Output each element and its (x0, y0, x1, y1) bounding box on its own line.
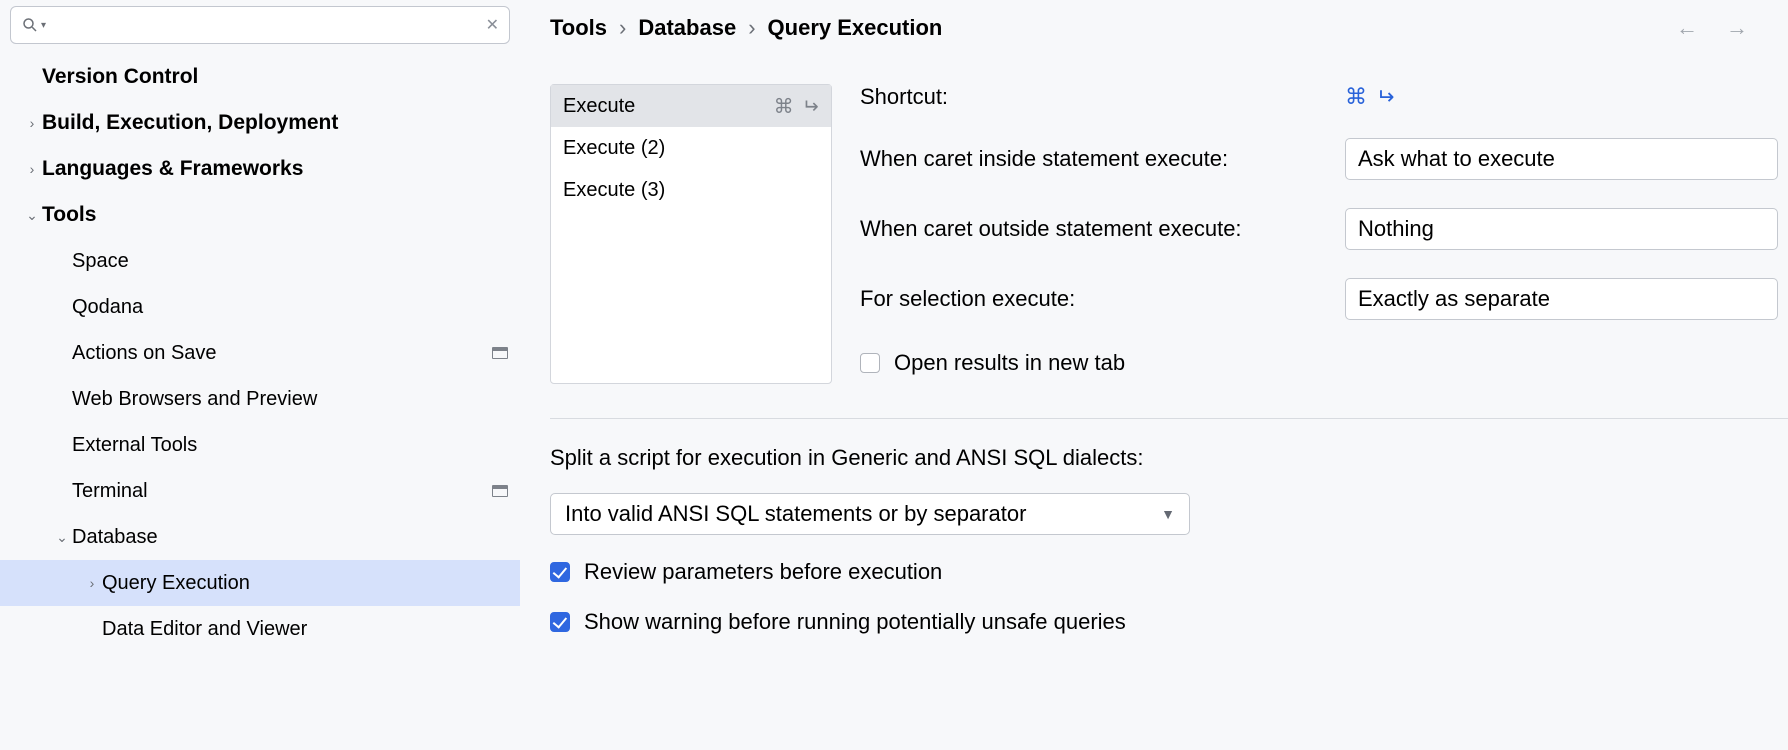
search-input[interactable] (46, 17, 486, 34)
sidebar-item-label: Languages & Frameworks (42, 157, 508, 181)
sidebar-item-label: External Tools (72, 434, 508, 457)
breadcrumb-database[interactable]: Database (638, 15, 736, 41)
select-selection[interactable]: Exactly as separate (1345, 278, 1778, 320)
label-caret-outside: When caret outside statement execute: (860, 216, 1325, 242)
search-wrapper: ▾ ✕ (0, 6, 520, 54)
exec-item-execute-2-[interactable]: Execute (2) (551, 127, 831, 169)
row-open-results[interactable]: Open results in new tab (860, 350, 1778, 376)
sidebar-item-label: Tools (42, 203, 508, 227)
chevron-right-icon[interactable]: › (22, 161, 42, 177)
breadcrumb: Tools › Database › Query Execution ← → (550, 8, 1788, 48)
label-split: Split a script for execution in Generic … (550, 445, 1788, 471)
breadcrumb-sep-icon: › (619, 15, 626, 41)
sidebar-item-version-control[interactable]: Version Control (0, 54, 520, 100)
sidebar-item-label: Database (72, 526, 508, 549)
chevron-right-icon[interactable]: › (22, 115, 42, 131)
value-shortcut[interactable]: ⌘ ↵ (1345, 84, 1395, 110)
sidebar-item-label: Query Execution (102, 572, 508, 595)
row-warn-unsafe[interactable]: Show warning before running potentially … (550, 609, 1788, 635)
label-shortcut: Shortcut: (860, 84, 1325, 110)
sidebar-item-space[interactable]: Space (0, 238, 520, 284)
sidebar-item-database[interactable]: ⌄Database (0, 514, 520, 560)
search-box[interactable]: ▾ ✕ (10, 6, 510, 44)
sidebar-item-terminal[interactable]: Terminal (0, 468, 520, 514)
checkbox-review-params[interactable] (550, 562, 570, 582)
settings-tree: Version Control›Build, Execution, Deploy… (0, 54, 520, 750)
sidebar-item-label: Data Editor and Viewer (102, 618, 508, 641)
label-open-results: Open results in new tab (894, 350, 1125, 376)
select-split[interactable]: Into valid ANSI SQL statements or by sep… (550, 493, 1190, 535)
sidebar-item-label: Build, Execution, Deployment (42, 111, 508, 135)
sidebar-item-actions-on-save[interactable]: Actions on Save (0, 330, 520, 376)
row-review-params[interactable]: Review parameters before execution (550, 559, 1788, 585)
sidebar-item-label: Qodana (72, 296, 508, 319)
row-caret-outside: When caret outside statement execute: No… (860, 208, 1778, 250)
exec-item-shortcut: ⌘ ↵ (774, 94, 819, 119)
chevron-down-icon[interactable]: ⌄ (22, 207, 42, 224)
select-caret-inside[interactable]: Ask what to execute (1345, 138, 1778, 180)
sidebar-item-languages-frameworks[interactable]: ›Languages & Frameworks (0, 146, 520, 192)
exec-item-label: Execute (563, 95, 774, 118)
label-caret-inside: When caret inside statement execute: (860, 146, 1325, 172)
row-caret-inside: When caret inside statement execute: Ask… (860, 138, 1778, 180)
exec-item-label: Execute (3) (563, 179, 819, 202)
script-split-block: Split a script for execution in Generic … (550, 445, 1788, 635)
exec-item-execute[interactable]: Execute⌘ ↵ (551, 85, 831, 127)
sidebar-item-label: Space (72, 250, 508, 273)
execute-form: Shortcut: ⌘ ↵ When caret inside statemen… (860, 84, 1788, 384)
separator (550, 418, 1788, 419)
nav-forward-icon[interactable]: → (1726, 15, 1748, 41)
exec-item-label: Execute (2) (563, 137, 819, 160)
main-body: Execute⌘ ↵Execute (2)Execute (3) Shortcu… (550, 84, 1788, 384)
sidebar-item-qodana[interactable]: Qodana (0, 284, 520, 330)
chevron-down-icon[interactable]: ⌄ (52, 529, 72, 546)
select-split-value: Into valid ANSI SQL statements or by sep… (565, 501, 1026, 527)
project-scope-icon (492, 485, 508, 497)
nav-back-icon[interactable]: ← (1676, 15, 1698, 41)
sidebar-item-build-execution-deployment[interactable]: ›Build, Execution, Deployment (0, 100, 520, 146)
sidebar-item-tools[interactable]: ⌄Tools (0, 192, 520, 238)
select-caret-outside[interactable]: Nothing (1345, 208, 1778, 250)
label-warn-unsafe: Show warning before running potentially … (584, 609, 1126, 635)
row-shortcut: Shortcut: ⌘ ↵ (860, 84, 1778, 110)
breadcrumb-query-execution[interactable]: Query Execution (768, 15, 943, 41)
nav-arrows: ← → (1676, 15, 1748, 41)
sidebar-item-label: Web Browsers and Preview (72, 388, 508, 411)
sidebar-item-web-browsers-and-preview[interactable]: Web Browsers and Preview (0, 376, 520, 422)
sidebar-item-label: Version Control (42, 65, 508, 89)
project-scope-icon (492, 347, 508, 359)
chevron-right-icon[interactable]: › (82, 575, 102, 591)
exec-item-execute-3-[interactable]: Execute (3) (551, 169, 831, 211)
breadcrumb-sep-icon: › (748, 15, 755, 41)
sidebar: ▾ ✕ Version Control›Build, Execution, De… (0, 0, 520, 750)
chevron-down-icon: ▼ (1161, 506, 1175, 522)
row-selection: For selection execute: Exactly as separa… (860, 278, 1778, 320)
sidebar-item-data-editor-and-viewer[interactable]: Data Editor and Viewer (0, 606, 520, 652)
sidebar-item-label: Actions on Save (72, 342, 486, 365)
label-review-params: Review parameters before execution (584, 559, 942, 585)
checkbox-open-results[interactable] (860, 353, 880, 373)
checkbox-warn-unsafe[interactable] (550, 612, 570, 632)
sidebar-item-query-execution[interactable]: ›Query Execution (0, 560, 520, 606)
sidebar-item-label: Terminal (72, 480, 486, 503)
label-selection: For selection execute: (860, 286, 1325, 312)
execute-action-list[interactable]: Execute⌘ ↵ Execute (2) Execute (3) (550, 84, 832, 384)
main-panel: Tools › Database › Query Execution ← → E… (520, 0, 1788, 750)
clear-search-icon[interactable]: ✕ (486, 15, 499, 35)
breadcrumb-tools[interactable]: Tools (550, 15, 607, 41)
search-icon (21, 16, 39, 34)
sidebar-item-external-tools[interactable]: External Tools (0, 422, 520, 468)
